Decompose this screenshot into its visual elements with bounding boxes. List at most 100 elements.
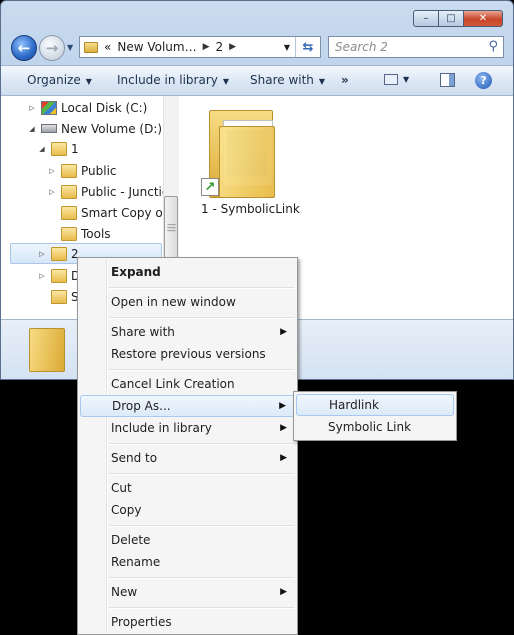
tree-item-d[interactable]: ▷ D (37, 265, 80, 286)
menu-item-drop-as[interactable]: Drop As... ▶ (80, 395, 295, 417)
organize-button[interactable]: Organize ▼ (27, 73, 92, 87)
breadcrumb-separator-icon[interactable]: ▶ (229, 42, 236, 52)
menu-item-copy[interactable]: Copy (80, 499, 295, 521)
include-in-library-button[interactable]: Include in library ▼ (117, 73, 229, 87)
collapse-triangle-icon[interactable]: ◢ (37, 145, 47, 153)
caption-buttons: – □ ✕ (413, 10, 503, 27)
tree-item-label: Local Disk (C:) (61, 100, 148, 115)
menu-item-label: Restore previous versions (111, 347, 266, 361)
minimize-button[interactable]: – (413, 10, 439, 27)
address-overflow[interactable]: « (104, 40, 111, 54)
chevron-down-icon: ▼ (67, 43, 74, 52)
menu-item-restore-previous-versions[interactable]: Restore previous versions (80, 343, 295, 365)
tree-item-smart-copy[interactable]: Smart Copy of (47, 202, 167, 223)
menu-item-label: Include in library (111, 421, 212, 435)
recent-pages-button[interactable]: ▼ (67, 43, 73, 52)
folder-icon (84, 41, 98, 53)
breadcrumb-separator-icon[interactable]: ▶ (203, 42, 210, 52)
drive-icon (41, 124, 57, 133)
include-in-library-label: Include in library (117, 73, 218, 87)
more-commands-button[interactable]: » (341, 73, 349, 87)
arrow-left-icon: ← (17, 39, 31, 57)
menu-item-share-with[interactable]: Share with ▶ (80, 321, 295, 343)
menu-item-symbolic-link[interactable]: Symbolic Link (296, 416, 454, 438)
close-button[interactable]: ✕ (463, 10, 503, 27)
expand-triangle-icon[interactable]: ▷ (37, 250, 47, 258)
back-button[interactable]: ← (11, 35, 37, 61)
menu-separator (109, 525, 294, 527)
tree-item-label: Public - Junctio (81, 184, 170, 199)
tree-item-tools[interactable]: Tools (47, 223, 111, 244)
menu-item-new[interactable]: New ▶ (80, 581, 295, 603)
maximize-button[interactable]: □ (438, 10, 464, 27)
menu-item-include-in-library[interactable]: Include in library ▶ (80, 417, 295, 439)
chevron-down-icon: ▼ (318, 77, 326, 86)
tree-item-public[interactable]: ▷ Public (47, 160, 117, 181)
menu-item-label: Share with (111, 325, 175, 339)
menu-item-label: Open in new window (111, 295, 236, 309)
tree-item-local-disk[interactable]: ▷ Local Disk (C:) (27, 97, 147, 118)
folder-icon (61, 163, 77, 178)
menu-separator (109, 473, 294, 475)
expand-triangle-icon[interactable]: ▷ (47, 188, 57, 196)
tree-item-label: 1 (71, 141, 79, 156)
menu-separator (109, 577, 294, 579)
menu-item-label: Hardlink (329, 398, 379, 412)
grip-icon: — — — (167, 220, 176, 236)
preview-pane-icon[interactable] (440, 73, 455, 87)
expand-triangle-icon[interactable]: ▷ (47, 167, 57, 175)
folder-icon (51, 289, 67, 304)
breadcrumb-2[interactable]: 2 (216, 40, 224, 54)
drop-as-submenu: Hardlink Symbolic Link (293, 391, 457, 441)
menu-separator (109, 607, 294, 609)
submenu-arrow-icon: ▶ (280, 587, 287, 597)
shortcut-arrow-icon: ↗ (201, 178, 219, 196)
menu-item-expand[interactable]: Expand (80, 261, 295, 283)
address-dropdown[interactable]: ▼ (280, 37, 294, 57)
tree-item-label: New Volume (D:) (61, 121, 163, 136)
file-item-label[interactable]: 1 - SymbolicLink (201, 202, 300, 216)
menu-item-rename[interactable]: Rename (80, 551, 295, 573)
address-bar[interactable]: « New Volum… ▶ 2 ▶ ▼ ⇆ (79, 36, 321, 58)
menu-item-label: Send to (111, 451, 158, 465)
expand-triangle-icon[interactable]: ▷ (37, 272, 47, 280)
menu-item-cut[interactable]: Cut (80, 477, 295, 499)
folder-icon (61, 205, 77, 220)
submenu-arrow-icon: ▶ (280, 327, 287, 337)
submenu-arrow-icon: ▶ (280, 453, 287, 463)
refresh-button[interactable]: ⇆ (295, 37, 320, 57)
context-menu: Expand Open in new window Share with ▶ R… (77, 257, 298, 635)
menu-item-open-new-window[interactable]: Open in new window (80, 291, 295, 313)
change-view-icon[interactable] (384, 74, 398, 85)
tree-item-new-volume[interactable]: ◢ New Volume (D:) (27, 118, 162, 139)
share-with-button[interactable]: Share with ▼ (250, 73, 325, 87)
tree-item-1[interactable]: ◢ 1 (37, 138, 79, 159)
forward-button[interactable]: → (39, 35, 65, 61)
menu-item-label: Delete (111, 533, 151, 547)
menu-item-label: Properties (111, 615, 172, 629)
folder-icon (29, 328, 65, 372)
menu-item-properties[interactable]: Properties (80, 611, 295, 633)
folder-icon (51, 268, 67, 283)
breadcrumb-new-volume[interactable]: New Volum… (117, 40, 196, 54)
search-icon[interactable]: ⚲ (488, 39, 498, 54)
collapse-triangle-icon[interactable]: ◢ (27, 125, 37, 133)
search-input[interactable]: Search 2 ⚲ (328, 36, 504, 58)
chevron-down-icon[interactable]: ▼ (403, 75, 409, 84)
folder-icon (51, 246, 67, 261)
tree-item-label: Tools (81, 226, 111, 241)
menu-item-cancel-link-creation[interactable]: Cancel Link Creation (80, 373, 295, 395)
menu-item-label: Copy (111, 503, 142, 517)
menu-item-delete[interactable]: Delete (80, 529, 295, 551)
expand-triangle-icon[interactable]: ▷ (27, 104, 37, 112)
folder-icon (61, 184, 77, 199)
menu-item-label: Cut (111, 481, 132, 495)
menu-item-label: New (111, 585, 138, 599)
menu-separator (109, 317, 294, 319)
tree-item-public-junction[interactable]: ▷ Public - Junctio (47, 181, 169, 202)
submenu-arrow-icon: ▶ (279, 401, 286, 411)
help-button[interactable]: ? (475, 72, 492, 89)
chevron-down-icon: ▼ (85, 77, 92, 86)
menu-item-send-to[interactable]: Send to ▶ (80, 447, 295, 469)
menu-item-hardlink[interactable]: Hardlink (296, 394, 454, 416)
